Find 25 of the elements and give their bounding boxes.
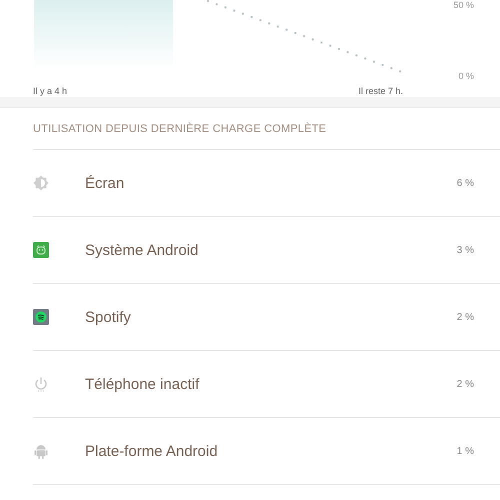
usage-percent: 2 % — [456, 312, 474, 322]
usage-label: Système Android — [85, 242, 200, 258]
axis-tick-label: 0 % — [458, 71, 474, 81]
usage-percent: 1 % — [456, 446, 474, 456]
usage-row[interactable]: Système Android 3 % — [33, 216, 500, 283]
music-app-icon — [33, 309, 49, 325]
usage-row[interactable]: Plate-forme Android 1 % — [33, 417, 500, 484]
section-header: UTILISATION DEPUIS DERNIÈRE CHARGE COMPLÈTE — [33, 122, 328, 137]
time-label: Il y a 4 h — [33, 86, 68, 96]
usage-row[interactable]: Spotify 2 % — [33, 283, 500, 350]
usage-percent: 3 % — [456, 244, 474, 256]
usage-percent: 2 % — [456, 378, 474, 390]
android-system-icon — [33, 242, 49, 258]
usage-row[interactable]: Écran 6 % — [33, 149, 500, 216]
usage-row[interactable]: Téléphone inactif 2 % — [33, 350, 500, 417]
power-icon — [33, 376, 49, 392]
time-label: Il reste 7 h. — [358, 86, 403, 96]
usage-label: Téléphone inactif — [85, 376, 200, 392]
brightness-icon — [33, 175, 49, 191]
axis-tick-label: 50 % — [453, 0, 474, 10]
usage-label: Spotify — [85, 308, 132, 326]
usage-percent: 6 % — [456, 178, 474, 188]
usage-label: Écran — [85, 174, 126, 192]
usage-label: Plate-forme Android — [85, 442, 219, 460]
android-robot-icon — [33, 443, 49, 459]
